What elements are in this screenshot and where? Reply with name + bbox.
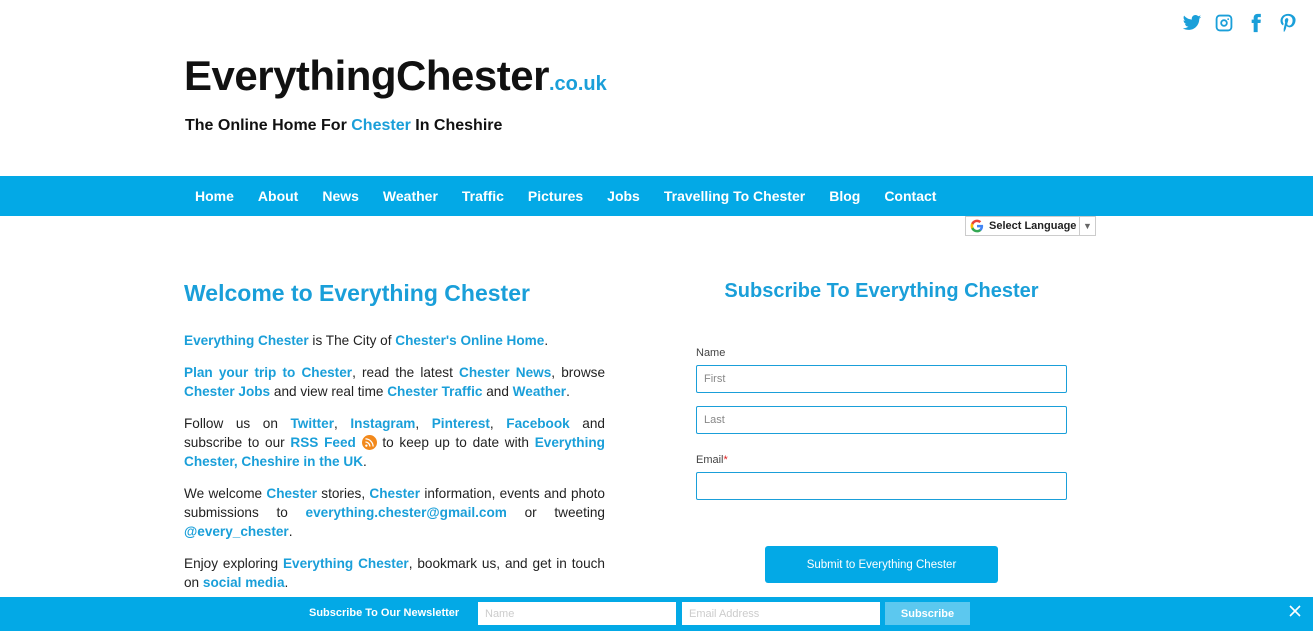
newsletter-title: Subscribe To Our Newsletter	[309, 607, 460, 619]
subscribe-form: Subscribe To Everything Chester Name Fir…	[696, 280, 1067, 583]
nav-travelling[interactable]: Travelling To Chester	[652, 188, 817, 204]
nav-news[interactable]: News	[310, 188, 371, 204]
link-twitter-handle[interactable]: @every_chester	[184, 524, 289, 539]
language-select-label: Select Language	[989, 220, 1077, 232]
link-pinterest[interactable]: Pinterest	[432, 416, 490, 431]
link-chester[interactable]: Chester	[266, 486, 317, 501]
nav-home[interactable]: Home	[184, 188, 246, 204]
nav-blog[interactable]: Blog	[817, 188, 872, 204]
subscribe-title: Subscribe To Everything Chester	[724, 280, 1039, 302]
welcome-paragraph: Plan your trip to Chester, read the late…	[184, 365, 606, 399]
chevron-down-icon: ▼	[1079, 217, 1095, 235]
link-social-media[interactable]: social media	[203, 575, 285, 590]
newsletter-bar: Subscribe To Our Newsletter Name Email A…	[0, 597, 1313, 631]
required-mark: *	[723, 454, 728, 466]
link-plan-trip[interactable]: Plan your trip to Chester	[184, 365, 352, 380]
nav-weather[interactable]: Weather	[371, 188, 450, 204]
link-chester-news[interactable]: Chester News	[459, 365, 551, 380]
welcome-paragraph: We welcome Chester stories, Chester info…	[184, 486, 605, 539]
welcome-paragraph: Everything Chester is The City of Cheste…	[184, 333, 549, 348]
site-tagline: The Online Home For Chester In Cheshire	[185, 117, 503, 134]
site-tld: .co.uk	[548, 73, 607, 95]
link-chester[interactable]: Chester	[369, 486, 420, 501]
nav-contact[interactable]: Contact	[872, 188, 948, 204]
nav-pictures[interactable]: Pictures	[516, 188, 595, 204]
welcome-paragraph: Follow us on Twitter, Instagram, Pintere…	[184, 416, 605, 469]
newsletter-subscribe-button[interactable]: Subscribe	[885, 602, 970, 625]
site-logo[interactable]: EverythingChester.co.uk	[184, 52, 607, 100]
link-chester-jobs[interactable]: Chester Jobs	[184, 384, 270, 399]
welcome-section: Welcome to Everything Chester Everything…	[184, 280, 605, 605]
nav-jobs[interactable]: Jobs	[595, 188, 652, 204]
name-label: Name	[696, 347, 726, 359]
welcome-title: Welcome to Everything Chester	[184, 280, 530, 306]
first-name-field[interactable]: First	[696, 365, 1067, 393]
facebook-icon[interactable]	[1245, 12, 1267, 34]
close-icon[interactable]	[1287, 603, 1303, 619]
submit-button[interactable]: Submit to Everything Chester	[765, 546, 998, 583]
newsletter-email-input[interactable]: Email Address	[682, 602, 880, 625]
google-icon	[970, 219, 984, 233]
welcome-paragraph: Enjoy exploring Everything Chester, book…	[184, 556, 605, 590]
link-everything-chester[interactable]: Everything Chester	[184, 333, 309, 348]
email-field[interactable]	[696, 472, 1067, 500]
newsletter-name-input[interactable]: Name	[478, 602, 676, 625]
nav-about[interactable]: About	[246, 188, 310, 204]
nav-traffic[interactable]: Traffic	[450, 188, 516, 204]
link-facebook[interactable]: Facebook	[506, 416, 569, 431]
language-select[interactable]: Select Language ▼	[965, 216, 1096, 236]
link-chester-traffic[interactable]: Chester Traffic	[387, 384, 482, 399]
pinterest-icon[interactable]	[1277, 12, 1299, 34]
email-label: Email*	[696, 454, 728, 466]
link-everything-chester[interactable]: Everything Chester	[283, 556, 409, 571]
link-email[interactable]: everything.chester@gmail.com	[306, 505, 507, 520]
last-name-field[interactable]: Last	[696, 406, 1067, 434]
main-nav: Home About News Weather Traffic Pictures…	[0, 176, 1313, 216]
social-links	[1181, 12, 1299, 34]
instagram-icon[interactable]	[1213, 12, 1235, 34]
link-instagram[interactable]: Instagram	[350, 416, 415, 431]
link-chester-home[interactable]: Chester's Online Home	[395, 333, 544, 348]
link-twitter[interactable]: Twitter	[290, 416, 334, 431]
rss-icon[interactable]	[361, 435, 377, 450]
twitter-icon[interactable]	[1181, 12, 1203, 34]
site-name: EverythingChester	[184, 52, 549, 99]
link-weather[interactable]: Weather	[513, 384, 566, 399]
link-rss-feed[interactable]: RSS Feed	[290, 435, 355, 450]
